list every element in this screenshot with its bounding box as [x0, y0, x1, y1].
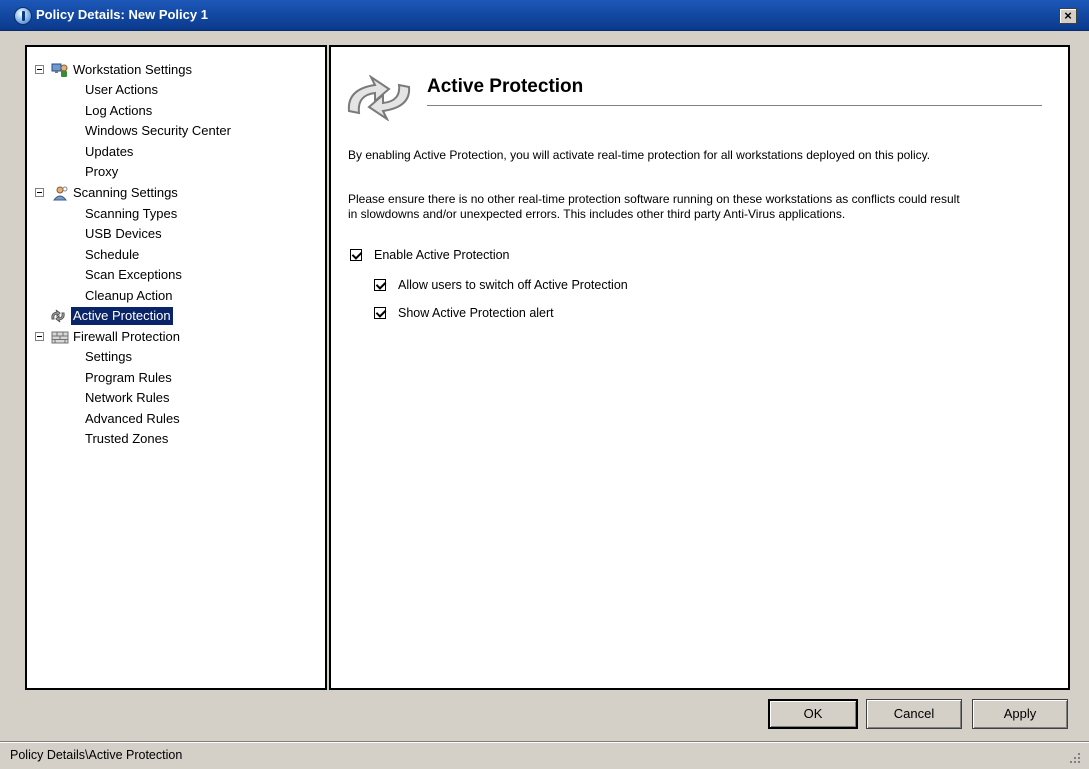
- tree-item-settings[interactable]: Settings: [85, 348, 132, 366]
- tree-item-usb-devices[interactable]: USB Devices: [85, 225, 162, 243]
- tree-node-active-protection[interactable]: Active Protection: [49, 307, 249, 325]
- workstation-icon: [51, 63, 68, 77]
- cancel-button[interactable]: Cancel: [866, 699, 962, 729]
- apply-button[interactable]: Apply: [972, 699, 1068, 729]
- tree-label: Workstation Settings: [73, 62, 192, 77]
- policy-tree: Workstation Settings User Actions Log Ac…: [25, 45, 327, 690]
- tree-label: Active Protection: [71, 307, 173, 325]
- tree-item-trusted-zones[interactable]: Trusted Zones: [85, 430, 168, 448]
- tree-item-user-actions[interactable]: User Actions: [85, 81, 158, 99]
- tree-node-workstation-settings[interactable]: Workstation Settings: [35, 61, 235, 79]
- settings-content: Active Protection By enabling Active Pro…: [329, 45, 1070, 690]
- close-button[interactable]: ×: [1059, 8, 1077, 24]
- warning-text-line2: in slowdowns and/or unexpected errors. T…: [348, 207, 846, 221]
- scanning-icon: [52, 186, 68, 201]
- app-info-icon: [14, 7, 32, 25]
- collapse-icon[interactable]: [35, 65, 44, 74]
- window-title: Policy Details: New Policy 1: [36, 7, 208, 22]
- checkbox-checked-icon[interactable]: [350, 249, 362, 261]
- tree-item-log-actions[interactable]: Log Actions: [85, 102, 152, 120]
- enable-active-protection-checkbox[interactable]: Enable Active Protection: [350, 247, 650, 263]
- checkbox-checked-icon[interactable]: [374, 307, 386, 319]
- tree-node-scanning-settings[interactable]: Scanning Settings: [35, 184, 235, 202]
- status-bar: Policy Details\Active Protection: [0, 741, 1089, 769]
- tree-item-advanced-rules[interactable]: Advanced Rules: [85, 410, 180, 428]
- title-bar: Policy Details: New Policy 1 ×: [0, 0, 1089, 31]
- status-path: Policy Details\Active Protection: [10, 748, 183, 762]
- show-alert-checkbox[interactable]: Show Active Protection alert: [374, 305, 674, 321]
- tree-label: Scanning Settings: [73, 185, 178, 200]
- active-protection-icon: [51, 309, 65, 323]
- checkbox-checked-icon[interactable]: [374, 279, 386, 291]
- active-protection-icon: [347, 75, 411, 121]
- checkbox-label: Enable Active Protection: [374, 248, 510, 262]
- description-text: By enabling Active Protection, you will …: [348, 148, 931, 162]
- collapse-icon[interactable]: [35, 332, 44, 341]
- tree-item-scanning-types[interactable]: Scanning Types: [85, 205, 177, 223]
- warning-text-line1: Please ensure there is no other real-tim…: [348, 192, 960, 206]
- tree-node-firewall-protection[interactable]: Firewall Protection: [35, 328, 235, 346]
- checkbox-label: Show Active Protection alert: [398, 306, 554, 320]
- ok-button[interactable]: OK: [768, 699, 858, 729]
- tree-item-proxy[interactable]: Proxy: [85, 163, 118, 181]
- tree-item-updates[interactable]: Updates: [85, 143, 133, 161]
- tree-item-schedule[interactable]: Schedule: [85, 246, 139, 264]
- collapse-icon[interactable]: [35, 188, 44, 197]
- tree-item-network-rules[interactable]: Network Rules: [85, 389, 170, 407]
- tree-item-windows-security-center[interactable]: Windows Security Center: [85, 122, 231, 140]
- header-divider: [427, 105, 1042, 106]
- resize-grip-icon[interactable]: [1069, 752, 1081, 764]
- firewall-icon: [51, 331, 69, 344]
- tree-item-cleanup-action[interactable]: Cleanup Action: [85, 287, 172, 305]
- tree-item-program-rules[interactable]: Program Rules: [85, 369, 172, 387]
- tree-label: Firewall Protection: [73, 329, 180, 344]
- tree-item-scan-exceptions[interactable]: Scan Exceptions: [85, 266, 182, 284]
- page-title: Active Protection: [427, 76, 584, 97]
- checkbox-label: Allow users to switch off Active Protect…: [398, 278, 628, 292]
- allow-switch-off-checkbox[interactable]: Allow users to switch off Active Protect…: [374, 277, 734, 293]
